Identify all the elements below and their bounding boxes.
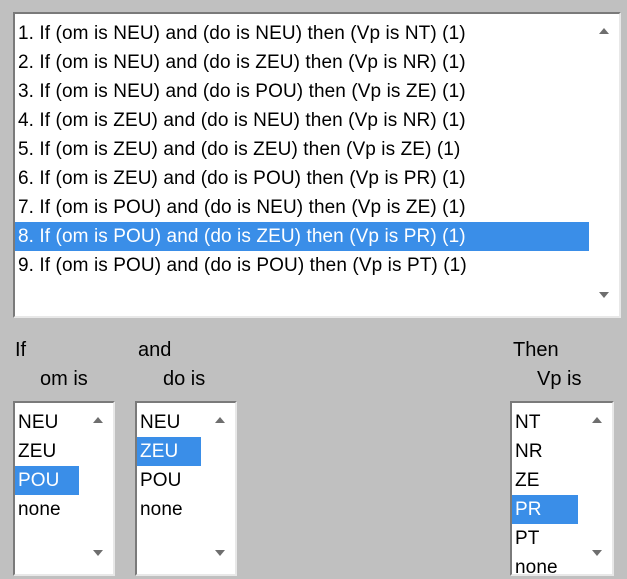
vp-option[interactable]: PT xyxy=(512,524,578,553)
scroll-down-arrow-icon[interactable] xyxy=(93,550,103,556)
do-options: NEU ZEU POU none xyxy=(137,408,201,524)
vp-variable-label: Vp is xyxy=(537,368,582,390)
rule-list-item[interactable]: 7. If (om is POU) and (do is NEU) then (… xyxy=(15,193,591,222)
om-options: NEU ZEU POU none xyxy=(15,408,79,524)
om-option[interactable]: ZEU xyxy=(15,437,79,466)
vp-option[interactable]: NT xyxy=(512,408,578,437)
do-variable-label: do is xyxy=(163,368,206,390)
rule-list[interactable]: 1. If (om is NEU) and (do is NEU) then (… xyxy=(13,12,621,318)
rule-list-items: 1. If (om is NEU) and (do is NEU) then (… xyxy=(15,19,591,280)
vp-option[interactable]: PR xyxy=(512,495,578,524)
rule-list-item[interactable]: 6. If (om is ZEU) and (do is POU) then (… xyxy=(15,164,591,193)
om-membership-list[interactable]: NEU ZEU POU none xyxy=(13,401,115,576)
scroll-up-arrow-icon[interactable] xyxy=(599,28,609,34)
if-keyword-label: If xyxy=(15,339,27,361)
rule-list-item[interactable]: 9. If (om is POU) and (do is POU) then (… xyxy=(15,251,591,280)
om-option[interactable]: NEU xyxy=(15,408,79,437)
vp-list-scrollbar[interactable] xyxy=(582,403,612,574)
scroll-down-arrow-icon[interactable] xyxy=(592,550,602,556)
and-keyword-label: and xyxy=(138,339,172,361)
vp-option[interactable]: ZE xyxy=(512,466,578,495)
vp-option[interactable]: none xyxy=(512,553,578,574)
rule-list-item[interactable]: 3. If (om is NEU) and (do is POU) then (… xyxy=(15,77,591,106)
vp-option[interactable]: NR xyxy=(512,437,578,466)
do-option[interactable]: NEU xyxy=(137,408,201,437)
rule-list-item[interactable]: 5. If (om is ZEU) and (do is ZEU) then (… xyxy=(15,135,591,164)
do-option[interactable]: none xyxy=(137,495,201,524)
rule-list-scrollbar[interactable] xyxy=(589,14,619,316)
scroll-up-arrow-icon[interactable] xyxy=(215,417,225,423)
rule-list-item[interactable]: 4. If (om is ZEU) and (do is NEU) then (… xyxy=(15,106,591,135)
om-option[interactable]: POU xyxy=(15,466,79,495)
do-option[interactable]: POU xyxy=(137,466,201,495)
do-list-scrollbar[interactable] xyxy=(205,403,235,574)
om-list-scrollbar[interactable] xyxy=(83,403,113,574)
vp-membership-list[interactable]: NT NR ZE PR PT none xyxy=(510,401,614,576)
rule-list-item[interactable]: 8. If (om is POU) and (do is ZEU) then (… xyxy=(15,222,591,251)
do-option[interactable]: ZEU xyxy=(137,437,201,466)
scroll-down-arrow-icon[interactable] xyxy=(599,292,609,298)
scroll-up-arrow-icon[interactable] xyxy=(93,417,103,423)
om-variable-label: om is xyxy=(40,368,88,390)
scroll-up-arrow-icon[interactable] xyxy=(592,417,602,423)
om-option[interactable]: none xyxy=(15,495,79,524)
then-keyword-label: Then xyxy=(513,339,559,361)
rule-list-item[interactable]: 1. If (om is NEU) and (do is NEU) then (… xyxy=(15,19,591,48)
vp-options: NT NR ZE PR PT none xyxy=(512,408,578,574)
do-membership-list[interactable]: NEU ZEU POU none xyxy=(135,401,237,576)
scroll-down-arrow-icon[interactable] xyxy=(215,550,225,556)
rule-list-item[interactable]: 2. If (om is NEU) and (do is ZEU) then (… xyxy=(15,48,591,77)
